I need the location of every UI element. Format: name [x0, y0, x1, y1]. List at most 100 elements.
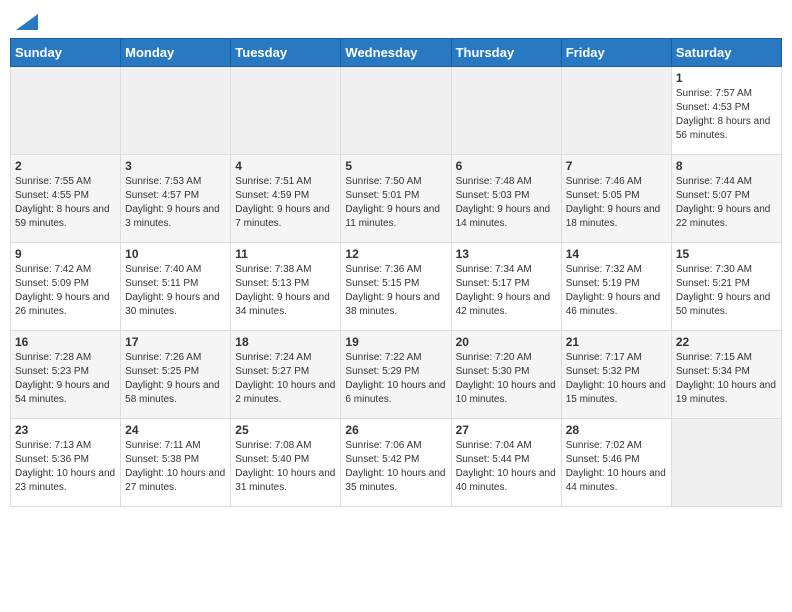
- day-number: 2: [15, 158, 116, 174]
- day-info: Sunrise: 7:32 AM Sunset: 5:19 PM Dayligh…: [566, 263, 667, 319]
- calendar-week-row: 2Sunrise: 7:55 AM Sunset: 4:55 PM Daylig…: [11, 155, 782, 243]
- calendar-cell: 27Sunrise: 7:04 AM Sunset: 5:44 PM Dayli…: [451, 419, 561, 507]
- calendar-cell: 12Sunrise: 7:36 AM Sunset: 5:15 PM Dayli…: [341, 243, 451, 331]
- calendar-week-row: 9Sunrise: 7:42 AM Sunset: 5:09 PM Daylig…: [11, 243, 782, 331]
- day-number: 27: [456, 422, 557, 438]
- day-info: Sunrise: 7:34 AM Sunset: 5:17 PM Dayligh…: [456, 263, 557, 319]
- calendar-cell: [121, 67, 231, 155]
- day-info: Sunrise: 7:20 AM Sunset: 5:30 PM Dayligh…: [456, 351, 557, 407]
- day-number: 7: [566, 158, 667, 174]
- day-info: Sunrise: 7:55 AM Sunset: 4:55 PM Dayligh…: [15, 175, 116, 231]
- day-info: Sunrise: 7:46 AM Sunset: 5:05 PM Dayligh…: [566, 175, 667, 231]
- day-number: 4: [235, 158, 336, 174]
- day-number: 10: [125, 246, 226, 262]
- calendar-header-thursday: Thursday: [451, 39, 561, 67]
- day-info: Sunrise: 7:06 AM Sunset: 5:42 PM Dayligh…: [345, 439, 446, 495]
- day-number: 5: [345, 158, 446, 174]
- day-info: Sunrise: 7:48 AM Sunset: 5:03 PM Dayligh…: [456, 175, 557, 231]
- day-number: 14: [566, 246, 667, 262]
- day-number: 15: [676, 246, 777, 262]
- calendar-cell: 23Sunrise: 7:13 AM Sunset: 5:36 PM Dayli…: [11, 419, 121, 507]
- day-number: 3: [125, 158, 226, 174]
- day-info: Sunrise: 7:13 AM Sunset: 5:36 PM Dayligh…: [15, 439, 116, 495]
- calendar-cell: 3Sunrise: 7:53 AM Sunset: 4:57 PM Daylig…: [121, 155, 231, 243]
- calendar-week-row: 16Sunrise: 7:28 AM Sunset: 5:23 PM Dayli…: [11, 331, 782, 419]
- calendar-table: SundayMondayTuesdayWednesdayThursdayFrid…: [10, 38, 782, 507]
- calendar-cell: 16Sunrise: 7:28 AM Sunset: 5:23 PM Dayli…: [11, 331, 121, 419]
- day-info: Sunrise: 7:53 AM Sunset: 4:57 PM Dayligh…: [125, 175, 226, 231]
- calendar-cell: [561, 67, 671, 155]
- day-number: 21: [566, 334, 667, 350]
- calendar-week-row: 23Sunrise: 7:13 AM Sunset: 5:36 PM Dayli…: [11, 419, 782, 507]
- calendar-cell: 18Sunrise: 7:24 AM Sunset: 5:27 PM Dayli…: [231, 331, 341, 419]
- day-info: Sunrise: 7:22 AM Sunset: 5:29 PM Dayligh…: [345, 351, 446, 407]
- day-number: 26: [345, 422, 446, 438]
- day-number: 6: [456, 158, 557, 174]
- calendar-cell: 15Sunrise: 7:30 AM Sunset: 5:21 PM Dayli…: [671, 243, 781, 331]
- day-info: Sunrise: 7:15 AM Sunset: 5:34 PM Dayligh…: [676, 351, 777, 407]
- day-info: Sunrise: 7:30 AM Sunset: 5:21 PM Dayligh…: [676, 263, 777, 319]
- calendar-header-wednesday: Wednesday: [341, 39, 451, 67]
- day-info: Sunrise: 7:40 AM Sunset: 5:11 PM Dayligh…: [125, 263, 226, 319]
- calendar-cell: 6Sunrise: 7:48 AM Sunset: 5:03 PM Daylig…: [451, 155, 561, 243]
- calendar-week-row: 1Sunrise: 7:57 AM Sunset: 4:53 PM Daylig…: [11, 67, 782, 155]
- calendar-cell: [451, 67, 561, 155]
- day-number: 25: [235, 422, 336, 438]
- calendar-header-saturday: Saturday: [671, 39, 781, 67]
- calendar-cell: 13Sunrise: 7:34 AM Sunset: 5:17 PM Dayli…: [451, 243, 561, 331]
- calendar-cell: 5Sunrise: 7:50 AM Sunset: 5:01 PM Daylig…: [341, 155, 451, 243]
- day-info: Sunrise: 7:38 AM Sunset: 5:13 PM Dayligh…: [235, 263, 336, 319]
- calendar-cell: [231, 67, 341, 155]
- day-info: Sunrise: 7:26 AM Sunset: 5:25 PM Dayligh…: [125, 351, 226, 407]
- day-number: 24: [125, 422, 226, 438]
- page-header: [10, 10, 782, 30]
- day-info: Sunrise: 7:11 AM Sunset: 5:38 PM Dayligh…: [125, 439, 226, 495]
- day-number: 28: [566, 422, 667, 438]
- calendar-cell: 25Sunrise: 7:08 AM Sunset: 5:40 PM Dayli…: [231, 419, 341, 507]
- day-number: 18: [235, 334, 336, 350]
- day-info: Sunrise: 7:51 AM Sunset: 4:59 PM Dayligh…: [235, 175, 336, 231]
- day-info: Sunrise: 7:50 AM Sunset: 5:01 PM Dayligh…: [345, 175, 446, 231]
- calendar-cell: 9Sunrise: 7:42 AM Sunset: 5:09 PM Daylig…: [11, 243, 121, 331]
- logo-icon: [16, 14, 38, 30]
- logo: [14, 10, 38, 30]
- calendar-cell: 17Sunrise: 7:26 AM Sunset: 5:25 PM Dayli…: [121, 331, 231, 419]
- calendar-cell: 22Sunrise: 7:15 AM Sunset: 5:34 PM Dayli…: [671, 331, 781, 419]
- day-number: 19: [345, 334, 446, 350]
- calendar-cell: [671, 419, 781, 507]
- calendar-header-monday: Monday: [121, 39, 231, 67]
- calendar-cell: 10Sunrise: 7:40 AM Sunset: 5:11 PM Dayli…: [121, 243, 231, 331]
- day-info: Sunrise: 7:42 AM Sunset: 5:09 PM Dayligh…: [15, 263, 116, 319]
- calendar-cell: 24Sunrise: 7:11 AM Sunset: 5:38 PM Dayli…: [121, 419, 231, 507]
- day-info: Sunrise: 7:36 AM Sunset: 5:15 PM Dayligh…: [345, 263, 446, 319]
- day-number: 13: [456, 246, 557, 262]
- calendar-cell: 20Sunrise: 7:20 AM Sunset: 5:30 PM Dayli…: [451, 331, 561, 419]
- day-number: 17: [125, 334, 226, 350]
- day-info: Sunrise: 7:08 AM Sunset: 5:40 PM Dayligh…: [235, 439, 336, 495]
- calendar-cell: 14Sunrise: 7:32 AM Sunset: 5:19 PM Dayli…: [561, 243, 671, 331]
- day-info: Sunrise: 7:17 AM Sunset: 5:32 PM Dayligh…: [566, 351, 667, 407]
- day-number: 1: [676, 70, 777, 86]
- calendar-header-row: SundayMondayTuesdayWednesdayThursdayFrid…: [11, 39, 782, 67]
- day-info: Sunrise: 7:24 AM Sunset: 5:27 PM Dayligh…: [235, 351, 336, 407]
- day-number: 22: [676, 334, 777, 350]
- calendar-cell: 1Sunrise: 7:57 AM Sunset: 4:53 PM Daylig…: [671, 67, 781, 155]
- day-number: 8: [676, 158, 777, 174]
- calendar-header-friday: Friday: [561, 39, 671, 67]
- day-info: Sunrise: 7:57 AM Sunset: 4:53 PM Dayligh…: [676, 87, 777, 143]
- calendar-cell: 28Sunrise: 7:02 AM Sunset: 5:46 PM Dayli…: [561, 419, 671, 507]
- day-number: 11: [235, 246, 336, 262]
- calendar-cell: 8Sunrise: 7:44 AM Sunset: 5:07 PM Daylig…: [671, 155, 781, 243]
- calendar-cell: 21Sunrise: 7:17 AM Sunset: 5:32 PM Dayli…: [561, 331, 671, 419]
- day-info: Sunrise: 7:28 AM Sunset: 5:23 PM Dayligh…: [15, 351, 116, 407]
- calendar-cell: [11, 67, 121, 155]
- day-info: Sunrise: 7:02 AM Sunset: 5:46 PM Dayligh…: [566, 439, 667, 495]
- day-number: 12: [345, 246, 446, 262]
- calendar-header-sunday: Sunday: [11, 39, 121, 67]
- day-number: 20: [456, 334, 557, 350]
- day-number: 16: [15, 334, 116, 350]
- calendar-cell: 19Sunrise: 7:22 AM Sunset: 5:29 PM Dayli…: [341, 331, 451, 419]
- calendar-cell: [341, 67, 451, 155]
- calendar-cell: 7Sunrise: 7:46 AM Sunset: 5:05 PM Daylig…: [561, 155, 671, 243]
- calendar-cell: 26Sunrise: 7:06 AM Sunset: 5:42 PM Dayli…: [341, 419, 451, 507]
